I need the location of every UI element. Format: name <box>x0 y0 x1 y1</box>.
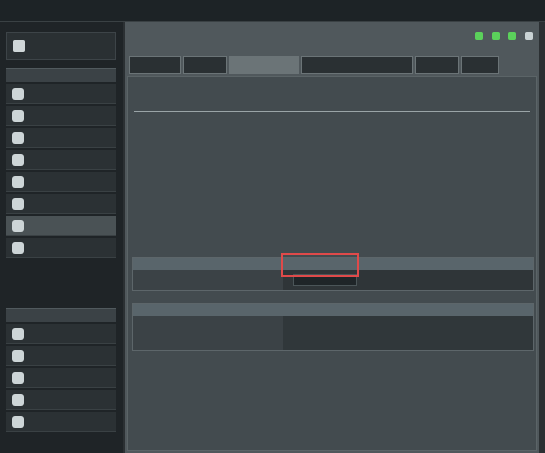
status-icon-4[interactable] <box>524 32 533 40</box>
network-map-icon <box>12 110 24 122</box>
title-divider <box>134 111 530 112</box>
sidebar-item-12[interactable] <box>6 390 116 410</box>
sidebar-item-2[interactable] <box>6 106 116 126</box>
globe-icon <box>12 88 24 100</box>
info-bar <box>129 28 449 50</box>
general-header <box>6 68 116 82</box>
sidebar-item-1[interactable] <box>6 84 116 104</box>
tab-bar <box>129 56 499 74</box>
sidebar-item-9[interactable] <box>6 324 116 344</box>
lan-icon <box>12 350 24 362</box>
advanced-header <box>6 308 116 322</box>
top-bar <box>0 0 545 22</box>
sidebar-item-10[interactable] <box>6 346 116 366</box>
tab-4[interactable] <box>301 56 413 74</box>
status-value-cell <box>283 316 533 350</box>
sidebar-item-3[interactable] <box>6 128 116 148</box>
sidebar-item-5[interactable] <box>6 172 116 192</box>
sidebar-item-11[interactable] <box>6 368 116 388</box>
wireless-icon <box>12 328 24 340</box>
tab-1[interactable] <box>129 56 181 74</box>
content-panel <box>127 76 537 451</box>
wan-icon <box>12 372 24 384</box>
ipv6-icon <box>12 394 24 406</box>
tab-2[interactable] <box>183 56 227 74</box>
tab-6[interactable] <box>461 56 499 74</box>
main-panel <box>125 22 539 453</box>
quick-setup-button[interactable] <box>6 32 116 60</box>
aicloud-icon <box>12 220 24 232</box>
status-table <box>132 303 534 351</box>
guest-network-icon <box>12 132 24 144</box>
sidebar-item-4[interactable] <box>6 150 116 170</box>
wizard-icon <box>13 40 25 52</box>
usb-application-icon <box>12 198 24 210</box>
tab-3[interactable] <box>229 56 299 74</box>
highlight-box <box>281 253 359 277</box>
sidebar-item-6[interactable] <box>6 194 116 214</box>
sidebar <box>0 22 123 453</box>
network-tools-icon <box>12 242 24 254</box>
status-table-header <box>133 304 533 316</box>
vpn-icon <box>12 416 24 428</box>
warning-note <box>134 353 532 379</box>
traffic-manager-icon <box>12 154 24 166</box>
status-icons <box>469 32 533 42</box>
status-icon-1[interactable] <box>475 32 483 40</box>
status-icon-3[interactable] <box>508 32 517 40</box>
sidebar-item-7[interactable] <box>6 216 116 236</box>
brand-logo <box>6 3 116 19</box>
tab-5[interactable] <box>415 56 459 74</box>
status-label-cell <box>133 316 283 350</box>
sidebar-item-13[interactable] <box>6 412 116 432</box>
status-icon-2[interactable] <box>491 32 500 40</box>
setting-label <box>133 270 283 290</box>
parental-controls-icon <box>12 176 24 188</box>
sidebar-item-8[interactable] <box>6 238 116 258</box>
